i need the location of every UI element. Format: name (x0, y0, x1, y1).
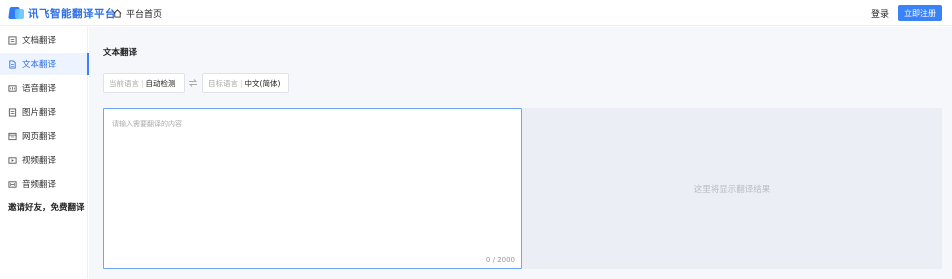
target-language-label: 目标语言 (208, 78, 238, 88)
source-language-select[interactable]: 当前语言 | 自动检测 (103, 73, 185, 93)
home-icon (113, 8, 122, 18)
separator: | (141, 78, 144, 88)
sidebar-item-image[interactable]: 图片翻译 (0, 101, 88, 123)
invite-friends-link[interactable]: 邀请好友，免费翻译 (8, 201, 85, 213)
target-language-select[interactable]: 目标语言 | 中文(简体) (202, 73, 289, 93)
sidebar-item-label: 语音翻译 (22, 84, 57, 94)
sidebar-item-voice[interactable]: 语音翻译 (0, 77, 88, 99)
sidebar-item-document[interactable]: 文档翻译 (0, 29, 88, 51)
top-bar: 讯飞智能翻译平台 平台首页 登录 立即注册 (0, 0, 952, 26)
sidebar-item-label: 音频翻译 (22, 180, 57, 190)
logo-icon (8, 6, 25, 20)
result-placeholder: 这里将显示翻译结果 (693, 185, 771, 195)
sidebar-item-label: 视频翻译 (22, 156, 57, 166)
document-icon (8, 35, 17, 45)
sidebar-item-audio[interactable]: 音频翻译 (0, 173, 88, 195)
video-icon (8, 156, 17, 164)
register-button[interactable]: 立即注册 (898, 5, 942, 21)
webpage-icon (8, 132, 17, 140)
home-link[interactable]: 平台首页 (113, 6, 162, 20)
voice-icon (8, 84, 17, 92)
text-file-icon (9, 59, 16, 69)
sidebar-item-text[interactable]: 文本翻译 (0, 53, 89, 75)
separator: | (240, 78, 243, 88)
image-icon (8, 107, 17, 117)
sidebar-item-label: 图片翻译 (22, 108, 57, 118)
sidebar-item-webpage[interactable]: 网页翻译 (0, 125, 88, 147)
swap-languages-icon[interactable] (188, 78, 198, 88)
target-language-value: 中文(简体) (244, 78, 281, 88)
sidebar: 文档翻译 文本翻译 语音翻译 图片翻译 网页翻译 视频翻译 音频翻译 邀请好友，… (0, 27, 89, 279)
logo-text: 讯飞智能翻译平台 (28, 7, 116, 20)
home-link-label: 平台首页 (126, 9, 163, 20)
source-language-value: 自动检测 (145, 78, 176, 88)
logo[interactable]: 讯飞智能翻译平台 (8, 5, 116, 21)
source-language-label: 当前语言 (109, 78, 139, 88)
page-title: 文本翻译 (103, 48, 138, 58)
audio-icon (8, 180, 17, 188)
login-link[interactable]: 登录 (871, 7, 889, 20)
source-text-input[interactable]: 请输入需要翻译的内容 0 / 2000 (103, 108, 522, 269)
source-placeholder: 请输入需要翻译的内容 (112, 120, 182, 128)
sidebar-item-label: 文档翻译 (22, 36, 57, 46)
sidebar-item-label: 网页翻译 (22, 132, 57, 142)
sidebar-item-label: 文本翻译 (22, 60, 57, 70)
char-count: 0 / 2000 (485, 256, 515, 264)
sidebar-item-video[interactable]: 视频翻译 (0, 149, 88, 171)
translation-result-panel: 这里将显示翻译结果 (522, 108, 942, 269)
